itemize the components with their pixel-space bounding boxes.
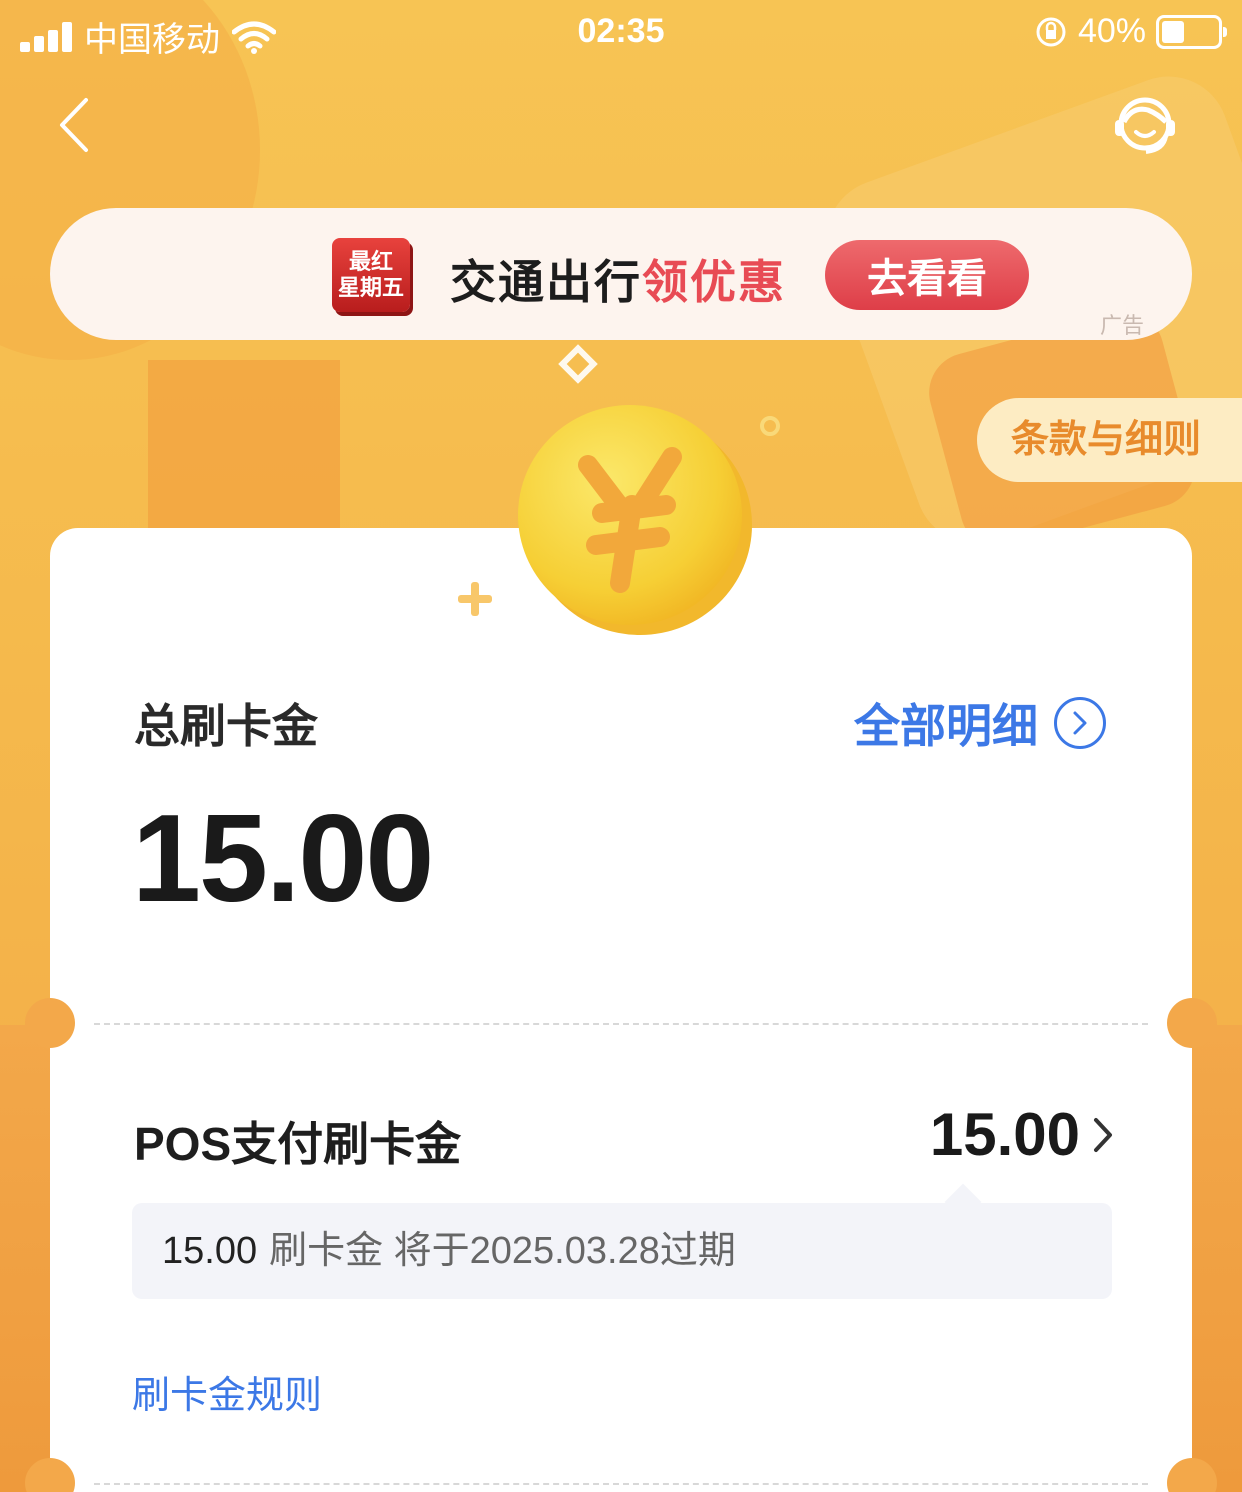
status-bar: 中国移动 02:35 40% (0, 0, 1242, 66)
plus-decoration (458, 582, 492, 616)
total-amount: 15.00 (132, 790, 434, 928)
expire-amount: 15.00 (162, 1230, 258, 1272)
rules-link[interactable]: 刷卡金规则 (132, 1364, 322, 1419)
customer-service-icon (1115, 97, 1175, 154)
all-details-link[interactable]: 全部明细 (854, 690, 1106, 756)
card-notch-right (1167, 998, 1217, 1048)
ad-headline: 交通出行领优惠 (450, 246, 786, 312)
customer-service-button[interactable] (1112, 92, 1178, 158)
balance-card: 总刷卡金 全部明细 15.00 POS支付刷卡金 15.00 15.00 刷卡金 … (25, 528, 1217, 1492)
ring-decoration (760, 416, 780, 436)
card-divider (94, 1023, 1148, 1025)
chevron-right-circle-icon (1054, 697, 1106, 749)
orientation-lock-icon (1036, 17, 1066, 46)
ad-headline-dark: 交通出行 (450, 255, 642, 309)
back-button[interactable] (50, 90, 110, 160)
card-divider-bottom (94, 1483, 1148, 1485)
ad-go-button[interactable]: 去看看 (825, 240, 1029, 310)
ad-headline-red: 领优惠 (642, 255, 786, 309)
expire-notice: 15.00 刷卡金 将于2025.03.28过期 (132, 1203, 1112, 1299)
yuan-coin-icon (518, 405, 752, 635)
chevron-left-icon (60, 98, 88, 152)
ad-logo: 最红 星期五 (332, 238, 410, 312)
all-details-label: 全部明细 (854, 699, 1038, 753)
pos-amount-row[interactable]: 15.00 (930, 1100, 1114, 1169)
card-notch-left (25, 998, 75, 1048)
ad-banner[interactable]: 最红 星期五 交通出行领优惠 去看看 广告 (50, 208, 1192, 340)
pos-label: POS支付刷卡金 (134, 1118, 462, 1170)
pos-amount: 15.00 (929, 1101, 1080, 1168)
expire-text: 刷卡金 将于2025.03.28过期 (269, 1230, 736, 1272)
terms-button[interactable]: 条款与细则 (977, 398, 1242, 482)
total-label: 总刷卡金 (134, 699, 318, 753)
battery-icon (1156, 14, 1227, 49)
ad-tag: 广告 (1100, 313, 1145, 338)
chevron-right-icon (1094, 1117, 1112, 1152)
battery-percent: 40% (1077, 12, 1146, 50)
